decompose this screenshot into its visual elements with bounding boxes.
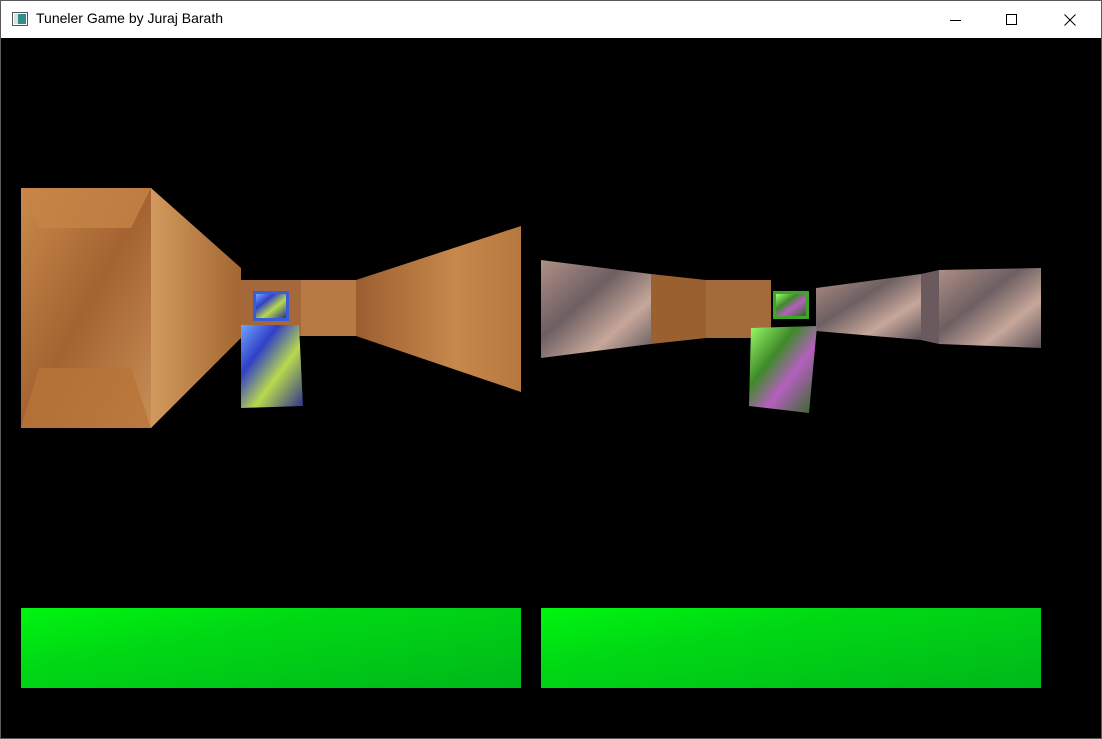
- player-2-energy-bar: [541, 608, 1041, 688]
- player-2-energy-fill: [541, 608, 1041, 688]
- title-bar[interactable]: Tuneler Game by Juraj Barath: [1, 1, 1101, 38]
- minimize-button[interactable]: [933, 1, 979, 38]
- close-icon: [1064, 13, 1076, 26]
- game-viewport[interactable]: [1, 38, 1101, 738]
- game-window: Tuneler Game by Juraj Barath: [0, 0, 1102, 739]
- maximize-icon: [1006, 13, 1017, 25]
- player-1-energy-fill: [21, 608, 521, 688]
- window-title: Tuneler Game by Juraj Barath: [36, 10, 224, 26]
- minimize-icon: [950, 19, 961, 21]
- player-1-energy-bar: [21, 608, 521, 688]
- maximize-button[interactable]: [989, 1, 1035, 38]
- app-window-icon: [12, 12, 28, 26]
- close-button[interactable]: [1047, 1, 1093, 38]
